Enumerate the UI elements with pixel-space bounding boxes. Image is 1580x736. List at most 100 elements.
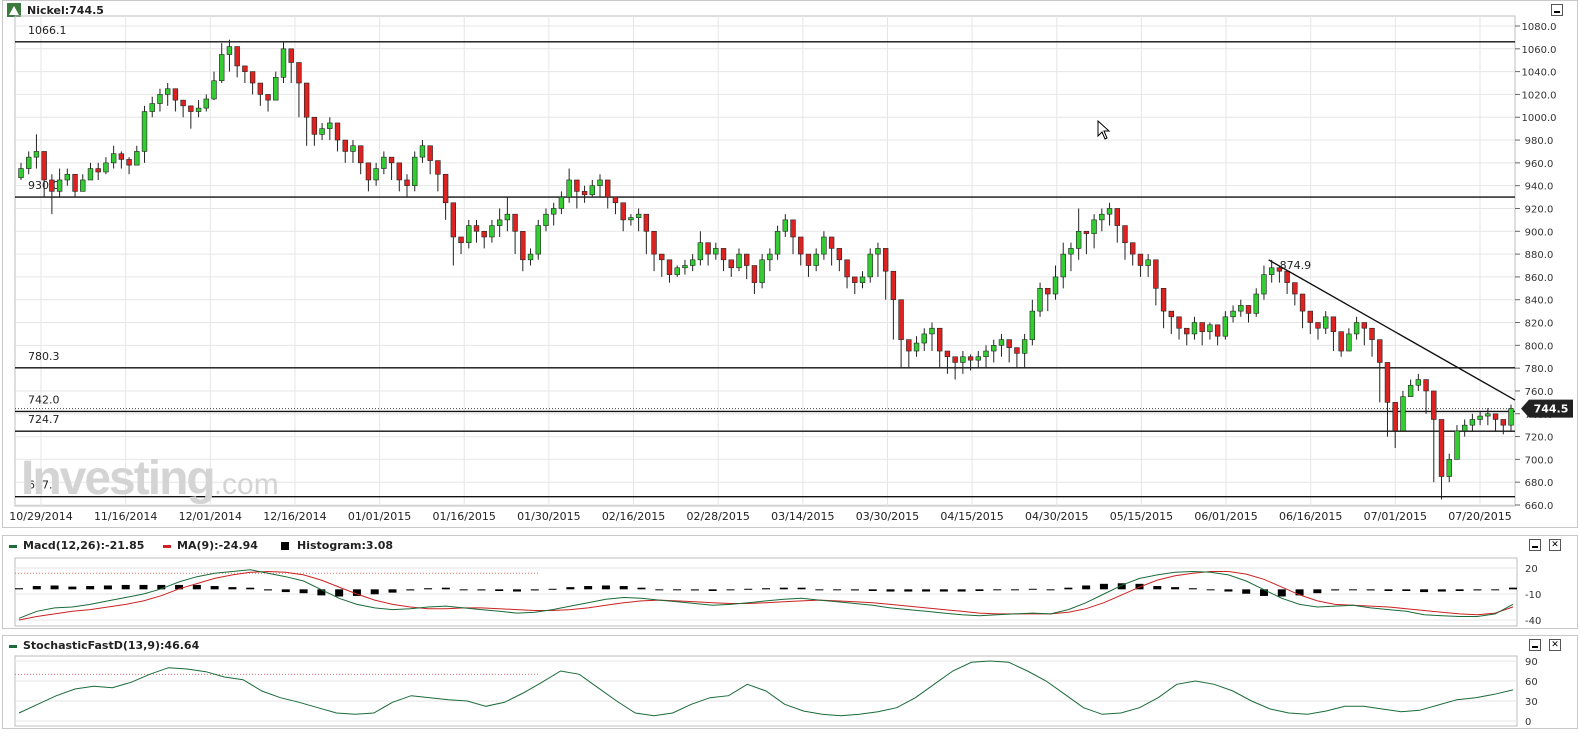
candle-body bbox=[327, 122, 333, 129]
price-y-tick-label: 1060.0 bbox=[1522, 45, 1557, 56]
candle-body bbox=[666, 259, 673, 275]
macd-histogram-bar bbox=[1171, 587, 1180, 590]
macd-histogram-bar bbox=[1082, 585, 1091, 590]
macd-histogram-bar bbox=[673, 589, 682, 591]
candle-body bbox=[697, 242, 704, 261]
candle-body bbox=[1168, 310, 1175, 318]
candle-body bbox=[929, 327, 935, 335]
macd-histogram-bar bbox=[335, 589, 344, 597]
candle-body bbox=[1315, 322, 1321, 329]
candle-body bbox=[1492, 413, 1499, 420]
candle-body bbox=[226, 46, 233, 55]
candle-body bbox=[458, 236, 464, 243]
candle-body bbox=[357, 145, 364, 164]
candle-body bbox=[1091, 219, 1097, 234]
candle-body bbox=[1191, 322, 1198, 335]
macd-histogram-bar bbox=[886, 589, 895, 592]
candle-body bbox=[303, 82, 310, 118]
candle-body bbox=[774, 230, 781, 255]
candle-body bbox=[388, 156, 395, 164]
candle-body bbox=[1068, 248, 1074, 255]
macd-histogram-bar bbox=[779, 587, 788, 590]
stochastic-chart[interactable]: 90 60 30 0 bbox=[3, 636, 1578, 729]
candle-body bbox=[1377, 339, 1383, 363]
macd-histogram-bar bbox=[708, 589, 717, 591]
candle-body bbox=[412, 156, 418, 186]
price-y-tick-label: 920.0 bbox=[1525, 204, 1554, 215]
candle-body bbox=[1338, 331, 1344, 352]
candle-body bbox=[937, 327, 943, 352]
candle-body bbox=[1431, 390, 1437, 420]
candle-body bbox=[543, 213, 549, 226]
candle-body bbox=[759, 259, 765, 283]
stochastic-y-tick-label: 90 bbox=[1525, 657, 1538, 668]
support-resistance-label: 742.0 bbox=[28, 393, 60, 406]
macd-panel: Macd(12,26):-21.85 MA(9):-24.94 Histogra… bbox=[2, 535, 1578, 629]
candle-body bbox=[1400, 396, 1406, 432]
stochastic-y-tick-label: 30 bbox=[1525, 697, 1538, 708]
support-resistance-label: 780.3 bbox=[28, 350, 60, 363]
candle-body bbox=[56, 179, 63, 192]
macd-histogram-bar bbox=[1046, 589, 1055, 591]
candle-body bbox=[1469, 419, 1476, 426]
macd-histogram-bar bbox=[317, 589, 326, 596]
trend-line-label: 874.9 bbox=[1280, 259, 1312, 272]
macd-histogram-bar bbox=[762, 588, 770, 590]
macd-histogram-bar bbox=[388, 589, 397, 593]
price-y-tick-label: 720.0 bbox=[1525, 433, 1554, 444]
candle-body bbox=[705, 242, 711, 255]
candle-body bbox=[913, 342, 920, 352]
macd-histogram-bar bbox=[424, 588, 433, 590]
candle-body bbox=[674, 267, 680, 275]
macd-histogram-bar bbox=[1188, 588, 1197, 590]
macd-histogram-bar bbox=[637, 587, 646, 590]
candle-body bbox=[342, 139, 348, 152]
macd-histogram-bar bbox=[246, 587, 255, 590]
macd-histogram-bar bbox=[513, 589, 521, 592]
candle-body bbox=[875, 248, 881, 255]
candle-body bbox=[836, 248, 843, 261]
candle-body bbox=[1253, 293, 1259, 314]
candle-body bbox=[481, 230, 487, 238]
macd-histogram-bar bbox=[655, 589, 664, 591]
candle-body bbox=[1369, 327, 1375, 340]
candle-body bbox=[898, 299, 904, 340]
candle-body bbox=[713, 248, 719, 255]
candle-body bbox=[1392, 402, 1398, 432]
candle-body bbox=[605, 179, 611, 198]
macd-histogram-bar bbox=[815, 589, 824, 591]
candle-body bbox=[1485, 413, 1491, 417]
candle-body bbox=[504, 213, 511, 221]
candle-body bbox=[396, 162, 402, 181]
price-panel: Nickel:744.5 1080.0 1060.0 1040.0 1020.0 100… bbox=[2, 0, 1578, 528]
candle-body bbox=[1454, 430, 1460, 460]
candle-body bbox=[1083, 230, 1090, 234]
candle-body bbox=[736, 253, 742, 269]
macd-histogram-bar bbox=[299, 589, 308, 594]
candle-body bbox=[890, 270, 897, 301]
macd-histogram-bar bbox=[1473, 589, 1482, 591]
candle-body bbox=[489, 225, 495, 238]
candle-body bbox=[280, 48, 287, 78]
macd-histogram-bar bbox=[1224, 589, 1233, 592]
candle-body bbox=[203, 98, 209, 109]
candle-body bbox=[975, 356, 981, 361]
candle-body bbox=[1461, 424, 1468, 432]
candle-body bbox=[813, 253, 819, 266]
candle-body bbox=[1014, 347, 1020, 354]
macd-histogram-bar bbox=[530, 589, 539, 591]
candle-body bbox=[1122, 225, 1128, 243]
macd-y-tick-label: -40 bbox=[1525, 616, 1541, 627]
candle-body bbox=[1052, 276, 1059, 295]
macd-histogram-bar bbox=[477, 589, 486, 591]
macd-chart[interactable]: 20 -10 -40 bbox=[3, 536, 1578, 629]
candle-body bbox=[551, 208, 557, 215]
candle-body bbox=[296, 62, 302, 84]
candle-body bbox=[1230, 310, 1236, 318]
candle-body bbox=[744, 253, 750, 266]
candle-body bbox=[373, 168, 379, 181]
candle-body bbox=[967, 356, 974, 361]
candle-body bbox=[1292, 282, 1298, 295]
price-chart[interactable]: 1080.0 1060.0 1040.0 1020.0 1000.0 980.0 960.0… bbox=[3, 1, 1578, 528]
macd-histogram-bar bbox=[441, 587, 450, 590]
